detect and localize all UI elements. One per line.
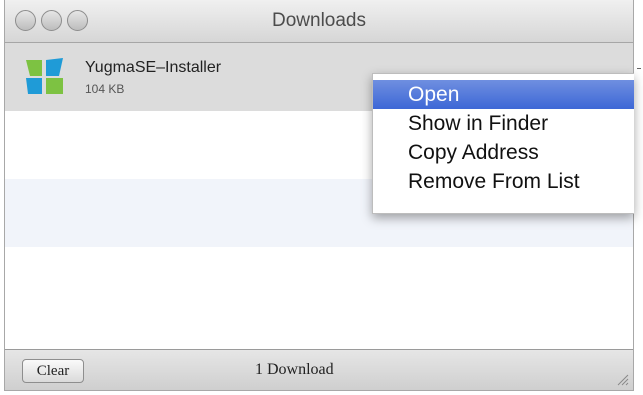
app-icon — [26, 58, 63, 94]
context-menu: Open Show in Finder Copy Address Remove … — [372, 73, 634, 214]
window-title: Downloads — [272, 10, 366, 31]
menu-item-open[interactable]: Open — [373, 80, 634, 109]
status-bar: Clear 1 Download — [5, 349, 633, 390]
download-file-name: YugmaSE–Installer — [85, 59, 222, 76]
menu-item-copy-address[interactable]: Copy Address — [373, 138, 634, 167]
clear-button[interactable]: Clear — [22, 359, 84, 383]
download-count: 1 Download — [255, 361, 334, 378]
menu-item-remove-from-list[interactable]: Remove From List — [373, 167, 634, 196]
resize-grip-icon[interactable] — [615, 372, 629, 386]
menu-item-show-in-finder[interactable]: Show in Finder — [373, 109, 634, 138]
empty-row — [5, 247, 633, 315]
edge-mark — [637, 68, 641, 69]
download-file-size: 104 KB — [85, 82, 125, 96]
title-bar[interactable]: Downloads — [5, 0, 633, 43]
